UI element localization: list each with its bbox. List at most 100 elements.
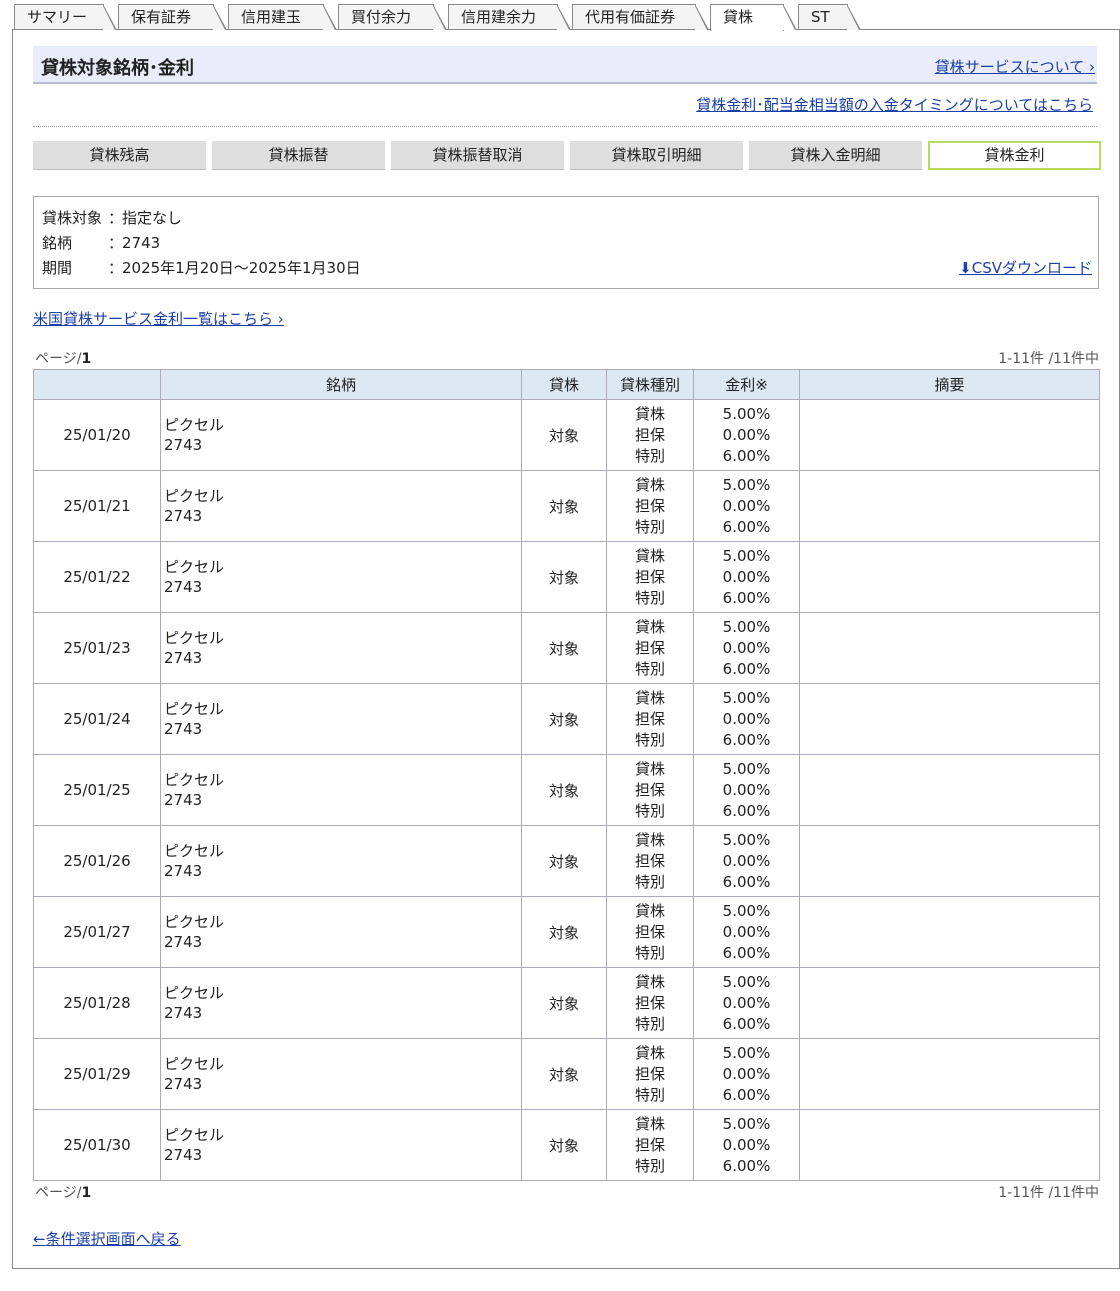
rate-value: 6.00% (722, 659, 771, 678)
kind-label: 貸株 (634, 404, 665, 423)
stock-code: 2743 (164, 649, 203, 667)
tab-1[interactable]: 保有証券 (118, 4, 227, 30)
rate-value: 5.00% (722, 972, 771, 991)
stock-code: 2743 (164, 720, 203, 738)
kind-label: 特別 (634, 659, 665, 678)
kind-label: 担保 (634, 851, 665, 870)
kind-label: 担保 (634, 993, 665, 1012)
target-row: 貸株対象 ：指定なし (42, 209, 183, 227)
row-kinds: 貸株 担保 特別 (606, 541, 694, 613)
tab-7[interactable]: ST (798, 4, 861, 30)
table-row: 25/01/29 ピクセル 2743 対象 貸株 担保 特別 5.00% 0.00% 6.00% (33, 1038, 1100, 1110)
row-stock: ピクセル 2743 (160, 896, 522, 968)
column-header-0 (33, 369, 161, 400)
tab-4[interactable]: 信用建余力 (448, 4, 571, 30)
rate-value: 5.00% (722, 475, 771, 494)
row-rates: 5.00% 0.00% 6.00% (693, 683, 800, 755)
rate-value: 6.00% (722, 588, 771, 607)
table-row: 25/01/21 ピクセル 2743 対象 貸株 担保 特別 5.00% 0.00% 6.00% (33, 470, 1100, 542)
rate-value: 6.00% (722, 446, 771, 465)
subnav-item-3[interactable]: 貸株取引明細 (570, 141, 743, 170)
table-row: 25/01/26 ピクセル 2743 対象 貸株 担保 特別 5.00% 0.00% 6.00% (33, 825, 1100, 897)
row-date: 25/01/20 (33, 399, 161, 471)
row-kinds: 貸株 担保 特別 (606, 754, 694, 826)
kind-label: 貸株 (634, 617, 665, 636)
row-stock: ピクセル 2743 (160, 1109, 522, 1181)
row-kinds: 貸株 担保 特別 (606, 1109, 694, 1181)
subnav-item-5[interactable]: 貸株金利 (928, 141, 1101, 170)
kind-label: 特別 (634, 730, 665, 749)
sub-navigation: 貸株残高 貸株振替 貸株振替取消 貸株取引明細 貸株入金明細 貸株金利 (33, 141, 1101, 171)
row-note (799, 967, 1100, 1039)
row-stock: ピクセル 2743 (160, 1038, 522, 1110)
tab-5[interactable]: 代用有価証券 (572, 4, 709, 30)
table-row: 25/01/27 ピクセル 2743 対象 貸株 担保 特別 5.00% 0.00% 6.00% (33, 896, 1100, 968)
stock-code: 2743 (164, 1146, 203, 1164)
rate-value: 0.00% (722, 709, 771, 728)
kind-label: 貸株 (634, 1043, 665, 1062)
csv-download-link[interactable]: ⬇CSVダウンロード (959, 257, 1092, 278)
row-date: 25/01/22 (33, 541, 161, 613)
subnav-item-2[interactable]: 貸株振替取消 (391, 141, 564, 170)
row-date: 25/01/24 (33, 683, 161, 755)
rate-value: 6.00% (722, 1014, 771, 1033)
payment-timing-link[interactable]: 貸株金利･配当金相当額の入金タイミングについてはこちら (696, 94, 1093, 115)
stock-name: ピクセル (164, 913, 225, 931)
row-kinds: 貸株 担保 特別 (606, 825, 694, 897)
row-stock: ピクセル 2743 (160, 612, 522, 684)
table-row: 25/01/25 ピクセル 2743 対象 貸株 担保 特別 5.00% 0.00% 6.00% (33, 754, 1100, 826)
rate-value: 5.00% (722, 901, 771, 920)
row-target: 対象 (521, 1109, 607, 1181)
rate-value: 5.00% (722, 1043, 771, 1062)
row-stock: ピクセル 2743 (160, 541, 522, 613)
kind-label: 貸株 (634, 901, 665, 920)
us-rates-link[interactable]: 米国貸株サービス金利一覧はこちら › (33, 308, 284, 329)
row-kinds: 貸株 担保 特別 (606, 967, 694, 1039)
back-link[interactable]: ←条件選択画面へ戻る (33, 1228, 181, 1249)
tab-3[interactable]: 買付余力 (338, 4, 447, 30)
stock-row: 銘柄 ：2743 (42, 234, 161, 252)
stock-name: ピクセル (164, 558, 225, 576)
stock-code: 2743 (164, 578, 203, 596)
subnav-item-1[interactable]: 貸株振替 (212, 141, 385, 170)
subnav-item-4[interactable]: 貸株入金明細 (749, 141, 922, 170)
row-rates: 5.00% 0.00% 6.00% (693, 825, 800, 897)
row-note (799, 896, 1100, 968)
row-stock: ピクセル 2743 (160, 683, 522, 755)
kind-label: 貸株 (634, 759, 665, 778)
stock-value: 2743 (122, 234, 161, 252)
table-row: 25/01/20 ピクセル 2743 対象 貸株 担保 特別 5.00% 0.00% 6.00% (33, 399, 1100, 471)
rate-value: 0.00% (722, 922, 771, 941)
kind-label: 特別 (634, 801, 665, 820)
kind-label: 担保 (634, 922, 665, 941)
row-target: 対象 (521, 612, 607, 684)
row-rates: 5.00% 0.00% 6.00% (693, 399, 800, 471)
rate-value: 6.00% (722, 943, 771, 962)
tab-0[interactable]: サマリー (14, 4, 117, 30)
row-kinds: 貸株 担保 特別 (606, 1038, 694, 1110)
subnav-item-0[interactable]: 貸株残高 (33, 141, 206, 170)
stock-name: ピクセル (164, 629, 225, 647)
row-kinds: 貸株 担保 特別 (606, 683, 694, 755)
period-value: 2025年1月20日～2025年1月30日 (122, 259, 361, 277)
row-note (799, 1109, 1100, 1181)
table-row: 25/01/22 ピクセル 2743 対象 貸株 担保 特別 5.00% 0.00% 6.00% (33, 541, 1100, 613)
rate-value: 6.00% (722, 1156, 771, 1175)
kind-label: 貸株 (634, 830, 665, 849)
condition-summary: 貸株対象 ：指定なし 銘柄 ：2743 期間 ：2025年1月20日～2025年1月3… (33, 196, 1099, 289)
rate-value: 0.00% (722, 851, 771, 870)
tab-2[interactable]: 信用建玉 (228, 4, 337, 30)
column-header-1: 銘柄 (160, 369, 522, 400)
stock-code: 2743 (164, 1004, 203, 1022)
row-target: 対象 (521, 754, 607, 826)
lending-service-link[interactable]: 貸株サービスについて › (935, 56, 1095, 77)
row-date: 25/01/25 (33, 754, 161, 826)
kind-label: 担保 (634, 1135, 665, 1154)
kind-label: 特別 (634, 1156, 665, 1175)
row-target: 対象 (521, 967, 607, 1039)
kind-label: 貸株 (634, 475, 665, 494)
tab-6[interactable]: 貸株 (710, 4, 797, 31)
row-date: 25/01/29 (33, 1038, 161, 1110)
period-row: 期間 ：2025年1月20日～2025年1月30日 (42, 259, 361, 277)
row-date: 25/01/26 (33, 825, 161, 897)
